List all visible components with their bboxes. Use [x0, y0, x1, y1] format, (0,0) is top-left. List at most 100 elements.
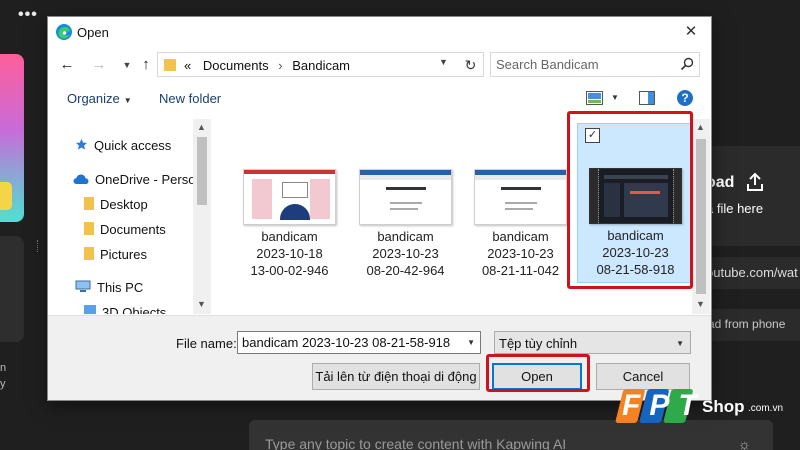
file-time-line: 08-20-42-964 — [366, 263, 445, 278]
domain-text: .com.vn — [748, 403, 784, 414]
upload-panel[interactable] — [698, 146, 800, 246]
breadcrumb: « Documents › Bandicam — [184, 58, 350, 73]
star-icon — [75, 138, 88, 150]
nav-label: Quick access — [94, 138, 172, 153]
upload-icon — [747, 172, 763, 191]
file-type-select[interactable]: Tệp tùy chỉnh ▼ — [494, 331, 691, 354]
side-text-line: y — [0, 378, 6, 390]
youtube-url-field[interactable]: outube.com/wat — [698, 257, 800, 289]
upload-from-phone-button[interactable]: ad from phone — [698, 309, 800, 341]
computer-icon — [75, 280, 91, 292]
fpt-shop-watermark: FPT Shop .com.vn — [612, 383, 800, 431]
dialog-title: Open — [77, 25, 109, 40]
search-input[interactable] — [491, 53, 671, 76]
chevron-down-icon[interactable]: ▼ — [467, 338, 475, 347]
file-time-line: 08-21-11-042 — [481, 263, 560, 278]
template-chip — [0, 182, 12, 210]
nav-label: This PC — [97, 280, 144, 295]
file-name-line: bandicam — [377, 229, 434, 244]
fpt-brand-text: FPT — [622, 389, 706, 422]
project-card[interactable] — [0, 236, 24, 342]
breadcrumb-documents[interactable]: Documents — [203, 58, 269, 73]
sun-icon[interactable]: ☼ — [738, 436, 751, 450]
organize-menu[interactable]: Organize ▼ — [67, 91, 132, 106]
file-thumbnail — [243, 169, 336, 225]
selection-highlight-box — [567, 111, 693, 289]
scrollbar-thumb[interactable] — [696, 139, 706, 294]
new-folder-button[interactable]: New folder — [159, 91, 221, 106]
file-name-line: bandicam — [261, 229, 318, 244]
folder-icon — [84, 247, 94, 260]
side-text: n y — [0, 360, 6, 392]
upload-from-phone-button[interactable]: Tải lên từ điện thoại di động — [312, 363, 480, 390]
nav-label: Pictures — [100, 247, 147, 262]
address-bar[interactable]: « Documents › Bandicam — [157, 52, 484, 77]
file-date-line: 2023-10-23 — [487, 246, 554, 261]
breadcrumb-bandicam[interactable]: Bandicam — [292, 58, 350, 73]
address-dropdown-icon[interactable]: ▼ — [439, 57, 448, 67]
edge-icon — [56, 24, 72, 40]
help-icon[interactable]: ? — [677, 90, 693, 106]
open-button-highlight-box — [486, 354, 590, 392]
folder-icon — [84, 305, 96, 314]
search-box[interactable] — [490, 52, 700, 77]
file-name: bandicam 2023-10-18 13-00-02-946 — [232, 228, 347, 279]
scrollbar-thumb[interactable] — [197, 137, 207, 205]
file-name-field[interactable]: ▼ — [237, 331, 481, 354]
nav-label: Documents — [100, 222, 166, 237]
file-name: bandicam 2023-10-23 08-21-11-042 — [463, 228, 578, 279]
search-icon[interactable] — [680, 57, 694, 71]
chevron-down-icon: ▼ — [676, 339, 684, 348]
file-time-line: 13-00-02-946 — [250, 263, 329, 278]
scroll-down-icon[interactable]: ▼ — [696, 299, 705, 309]
navigation-pane: Quick access OneDrive - Person Desktop D… — [48, 119, 211, 314]
breadcrumb-separator-icon: › — [278, 58, 283, 73]
cloud-icon — [73, 173, 89, 185]
up-folder-button[interactable]: ↑ — [135, 54, 157, 76]
file-name-input[interactable] — [238, 332, 462, 353]
title-bar[interactable]: Open ✕ — [48, 17, 711, 47]
nav-item-documents[interactable]: Documents — [84, 222, 166, 244]
nav-item-desktop[interactable]: Desktop — [84, 197, 148, 219]
file-date-line: 2023-10-23 — [372, 246, 439, 261]
file-list-scrollbar[interactable]: ▲ ▼ — [692, 119, 710, 314]
back-button[interactable]: ← — [56, 54, 78, 76]
file-type-value: Tệp tùy chỉnh — [499, 336, 578, 351]
scroll-down-icon[interactable]: ▼ — [197, 299, 206, 309]
folder-icon — [164, 59, 176, 71]
change-view-icon[interactable] — [586, 91, 603, 105]
nav-label: 3D Objects — [102, 305, 167, 314]
forward-button[interactable]: → — [88, 54, 110, 76]
upload-subtitle: a file here — [706, 201, 764, 216]
file-date-line: 2023-10-18 — [256, 246, 323, 261]
nav-label: Desktop — [100, 197, 148, 212]
organize-label: Organize — [67, 91, 120, 106]
chevron-down-icon: ▼ — [123, 96, 132, 105]
nav-item-3d-objects[interactable]: 3D Objects — [84, 305, 166, 314]
preview-pane-icon[interactable] — [639, 91, 655, 105]
folder-icon — [84, 197, 94, 210]
shop-text: Shop — [702, 397, 745, 416]
file-thumbnail — [359, 169, 452, 225]
file-item[interactable]: bandicam 2023-10-18 13-00-02-946 — [232, 125, 347, 285]
file-thumbnail — [474, 169, 567, 225]
scroll-up-icon[interactable]: ▲ — [197, 122, 206, 132]
nav-item-pictures[interactable]: Pictures — [84, 247, 147, 269]
scroll-up-icon[interactable]: ▲ — [696, 122, 705, 132]
file-item[interactable]: bandicam 2023-10-23 08-21-11-042 — [463, 125, 578, 285]
view-options-chevron-icon[interactable]: ▼ — [611, 93, 619, 102]
nav-label: OneDrive - Person — [95, 172, 203, 187]
more-menu-icon[interactable]: ••• — [18, 6, 38, 24]
refresh-button[interactable]: ↻ — [458, 52, 484, 77]
close-button[interactable]: ✕ — [676, 20, 706, 44]
nav-item-quick-access[interactable]: Quick access — [75, 138, 171, 160]
nav-item-this-pc[interactable]: This PC — [75, 280, 143, 302]
side-text-line: n — [0, 362, 7, 374]
file-item[interactable]: bandicam 2023-10-23 08-20-42-964 — [348, 125, 463, 285]
file-name-line: bandicam — [492, 229, 549, 244]
nav-pane-scrollbar[interactable]: ▲ ▼ — [193, 119, 211, 314]
nav-item-onedrive[interactable]: OneDrive - Person — [73, 172, 203, 194]
drag-handle-icon[interactable] — [37, 240, 40, 252]
breadcrumb-root[interactable]: « — [184, 58, 191, 73]
file-name-label: File name: — [176, 336, 237, 351]
